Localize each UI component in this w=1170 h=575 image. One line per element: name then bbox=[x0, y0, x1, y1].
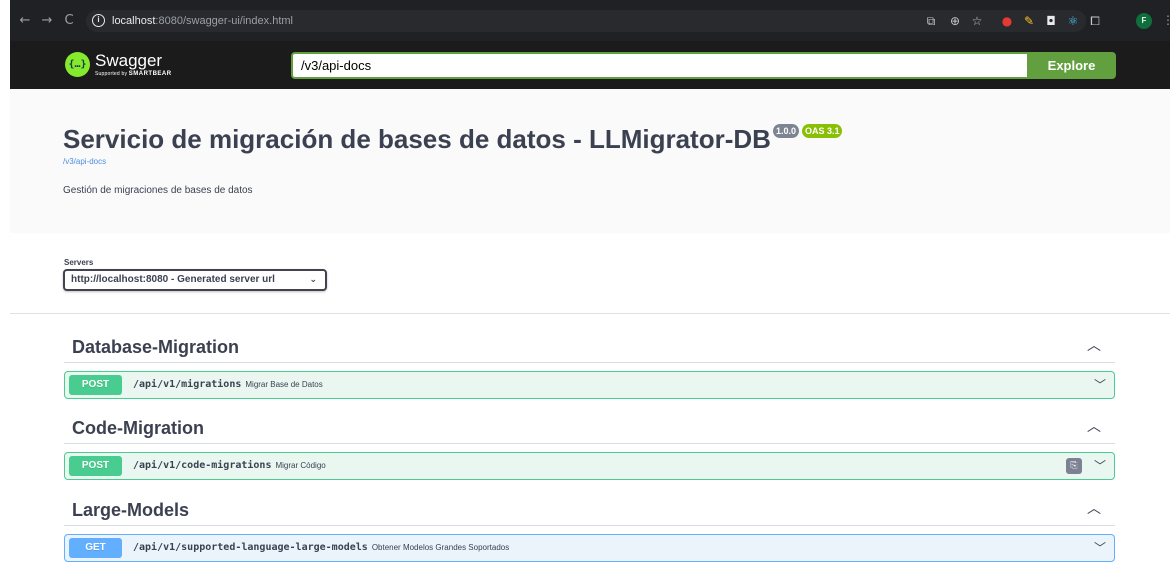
address-url[interactable]: localhost:8080/swagger-ui/index.html bbox=[112, 14, 293, 28]
api-title: Servicio de migración de bases de datos … bbox=[63, 123, 843, 155]
url-host: localhost bbox=[112, 15, 156, 27]
operation-summary: Migrar Código bbox=[275, 461, 326, 470]
method-badge: POST bbox=[69, 375, 122, 395]
chevron-down-icon[interactable]: ﹀ bbox=[1094, 372, 1106, 398]
swagger-logo-icon: {…} bbox=[65, 52, 90, 77]
oas-badge: OAS 3.1 bbox=[801, 124, 843, 138]
translate-icon[interactable]: ⧉ bbox=[924, 14, 938, 28]
servers-selected-value: http://localhost:8080 - Generated server… bbox=[71, 274, 275, 285]
forward-icon[interactable]: → bbox=[40, 14, 54, 28]
info-section: Servicio de migración de bases de datos … bbox=[10, 89, 1170, 233]
extensions-puzzle-icon[interactable]: ⧠ bbox=[1088, 14, 1102, 28]
tag-header-large-models[interactable]: Large-Models ︿ bbox=[64, 494, 1115, 526]
version-badge: 1.0.0 bbox=[772, 124, 799, 138]
tag-name: Code-Migration bbox=[72, 418, 204, 438]
servers-label: Servers bbox=[64, 258, 94, 267]
extension-react-icon[interactable]: ⚛ bbox=[1066, 14, 1080, 28]
tag-header-code-migration[interactable]: Code-Migration ︿ bbox=[64, 412, 1115, 444]
operation-path: /api/v1/code-migrations Migrar Código bbox=[133, 453, 326, 479]
bookmark-star-icon[interactable]: ☆ bbox=[970, 14, 984, 28]
browser-menu-icon[interactable]: ⋮ bbox=[1162, 13, 1170, 27]
api-title-text: Servicio de migración de bases de datos … bbox=[63, 124, 771, 154]
operation-post-migrations[interactable]: POST /api/v1/migrations Migrar Base de Da… bbox=[64, 371, 1115, 399]
explore-button[interactable]: Explore bbox=[1027, 52, 1116, 79]
swagger-logo[interactable]: {…} Swagger Supported by SMARTBEAR bbox=[65, 51, 205, 81]
logo-sub-brand: SMARTBEAR bbox=[128, 71, 172, 77]
extension-red-icon[interactable]: ● bbox=[1000, 14, 1014, 28]
address-bar[interactable]: i localhost:8080/swagger-ui/index.html ⧉… bbox=[86, 10, 1086, 32]
chevron-up-icon[interactable]: ︿ bbox=[1087, 333, 1101, 359]
browser-chrome: ← → C i localhost:8080/swagger-ui/index.… bbox=[0, 0, 1170, 41]
logo-sub-prefix: Supported by bbox=[95, 71, 128, 77]
spec-url-input[interactable]: /v3/api-docs bbox=[291, 52, 1027, 79]
operation-path-text: /api/v1/supported-language-large-models bbox=[133, 542, 368, 553]
servers-select[interactable]: http://localhost:8080 - Generated server… bbox=[63, 269, 327, 291]
copy-to-clipboard-icon[interactable]: ⎘ bbox=[1066, 458, 1082, 474]
chevron-down-icon[interactable]: ﹀ bbox=[1094, 535, 1106, 561]
section-divider bbox=[10, 313, 1170, 314]
tag-name: Database-Migration bbox=[72, 337, 240, 357]
operation-get-supported-models[interactable]: GET /api/v1/supported-language-large-mod… bbox=[64, 534, 1115, 562]
operation-summary: Migrar Base de Datos bbox=[245, 380, 323, 389]
swagger-logo-subtitle: Supported by SMARTBEAR bbox=[95, 71, 172, 77]
chevron-up-icon[interactable]: ︿ bbox=[1087, 496, 1101, 522]
tag-name: Large-Models bbox=[72, 500, 190, 520]
chevron-down-icon: ⌄ bbox=[309, 275, 317, 285]
back-icon[interactable]: ← bbox=[18, 14, 32, 28]
method-badge: POST bbox=[69, 456, 122, 476]
operation-post-code-migrations[interactable]: POST /api/v1/code-migrations Migrar Códig… bbox=[64, 452, 1115, 480]
swagger-logo-text: Swagger bbox=[95, 51, 163, 70]
window-edge bbox=[0, 0, 10, 41]
extension-box-icon[interactable]: ◘ bbox=[1044, 14, 1058, 28]
operation-path-text: /api/v1/migrations bbox=[133, 379, 242, 390]
operation-summary: Obtener Modelos Grandes Soportados bbox=[371, 543, 510, 552]
extension-pen-icon[interactable]: ✎ bbox=[1022, 14, 1036, 28]
tag-header-database-migration[interactable]: Database-Migration ︿ bbox=[64, 331, 1115, 363]
profile-avatar[interactable]: F bbox=[1136, 13, 1152, 29]
operation-path: /api/v1/supported-language-large-models O… bbox=[133, 535, 509, 561]
spec-link[interactable]: /v3/api-docs bbox=[63, 157, 106, 167]
method-badge: GET bbox=[69, 538, 122, 558]
operation-path: /api/v1/migrations Migrar Base de Datos bbox=[133, 372, 323, 398]
url-path: :8080/swagger-ui/index.html bbox=[155, 15, 293, 27]
api-description: Gestión de migraciones de bases de datos bbox=[63, 185, 253, 196]
site-info-icon[interactable]: i bbox=[92, 14, 105, 27]
chevron-down-icon[interactable]: ﹀ bbox=[1094, 453, 1106, 479]
zoom-icon[interactable]: ⊕ bbox=[948, 14, 962, 28]
operation-path-text: /api/v1/code-migrations bbox=[133, 460, 272, 471]
chevron-up-icon[interactable]: ︿ bbox=[1087, 414, 1101, 440]
reload-icon[interactable]: C bbox=[62, 14, 76, 28]
swagger-topbar: {…} Swagger Supported by SMARTBEAR /v3/a… bbox=[10, 41, 1170, 89]
